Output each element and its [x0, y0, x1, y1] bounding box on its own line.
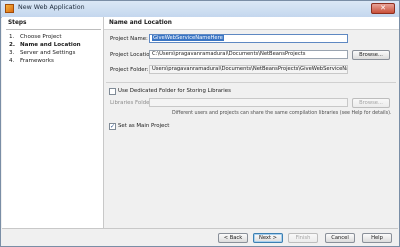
project-folder-input: Users\pragavanramadurai\Documents\NetBea…	[149, 65, 348, 74]
dedicated-folder-checkbox[interactable]	[109, 88, 116, 95]
project-name-label: Project Name:	[110, 36, 148, 42]
help-button[interactable]: Help	[362, 233, 392, 243]
steps-panel: Steps 1. Choose Project 2. Name and Locati…	[2, 17, 104, 228]
browse-location-button[interactable]: Browse...	[352, 50, 390, 60]
step-name-and-location: 2. Name and Location	[9, 42, 81, 48]
project-location-input[interactable]: C:\Users\pragavanramadurai\Documents\Net…	[149, 50, 348, 59]
panel-title: Name and Location	[109, 20, 172, 26]
step-choose-project: 1. Choose Project	[9, 34, 62, 40]
step-frameworks: 4. Frameworks	[9, 58, 54, 64]
libraries-folder-input[interactable]	[149, 98, 348, 107]
close-icon: ✕	[380, 4, 386, 12]
checkmark-icon: ✓	[110, 123, 116, 130]
steps-title: Steps	[8, 20, 27, 26]
separator	[106, 82, 396, 83]
project-name-input[interactable]: GiveWebServiceNameHere	[149, 34, 348, 43]
cancel-button[interactable]: Cancel	[325, 233, 355, 243]
close-button[interactable]: ✕	[371, 3, 395, 14]
window-title: New Web Application	[18, 4, 85, 11]
title-bar[interactable]: New Web Application ✕	[1, 1, 399, 18]
footer-divider	[2, 228, 398, 229]
netbeans-app-icon	[5, 4, 14, 13]
panel-header: Name and Location	[104, 17, 399, 30]
new-web-application-dialog: New Web Application ✕ Steps 1. Choose Pro…	[0, 0, 400, 247]
next-button[interactable]: Next >	[253, 233, 283, 243]
project-folder-label: Project Folder:	[110, 67, 149, 73]
libraries-folder-label: Libraries Folder:	[110, 100, 154, 106]
main-project-label: Set as Main Project	[118, 123, 170, 129]
browse-libraries-button[interactable]: Browse...	[352, 98, 390, 108]
dedicated-folder-label: Use Dedicated Folder for Storing Librari…	[118, 88, 231, 94]
step-server-and-settings: 3. Server and Settings	[9, 50, 76, 56]
finish-button[interactable]: Finish	[288, 233, 318, 243]
libraries-hint: Different users and projects can share t…	[172, 111, 392, 116]
steps-divider	[6, 29, 101, 30]
project-name-value: GiveWebServiceNameHere	[152, 35, 224, 41]
main-project-checkbox[interactable]: ✓	[109, 123, 116, 130]
back-button[interactable]: < Back	[218, 233, 248, 243]
